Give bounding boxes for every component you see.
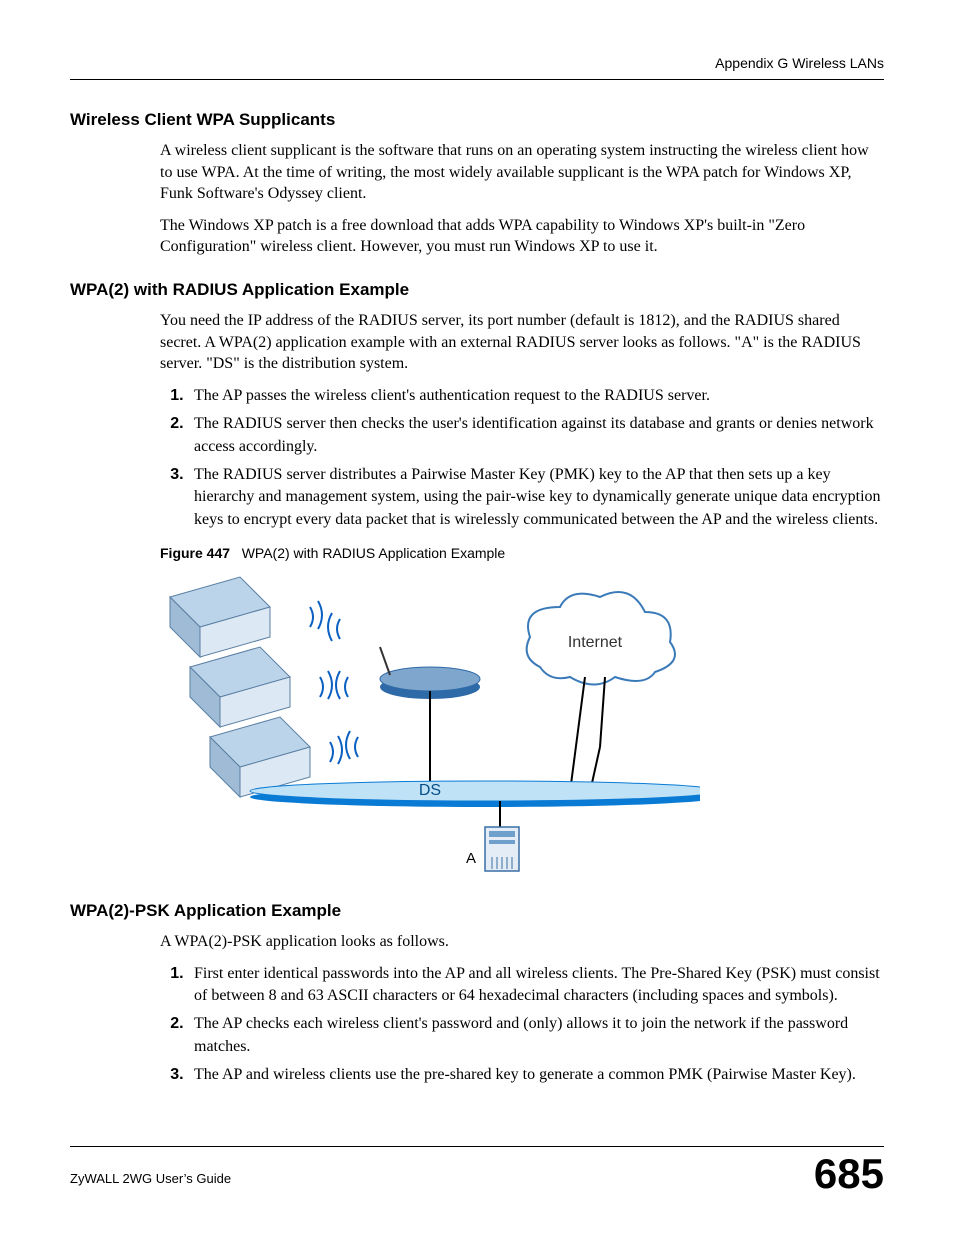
footer-guide-name: ZyWALL 2WG User’s Guide [70, 1171, 231, 1186]
page-footer: ZyWALL 2WG User’s Guide 685 [70, 1146, 884, 1195]
figure-title: WPA(2) with RADIUS Application Example [242, 545, 506, 561]
wifi-icon [310, 601, 340, 641]
wifi-icon [330, 731, 358, 764]
step-item: The RADIUS server then checks the user's… [188, 413, 884, 458]
label-a: A [466, 850, 476, 867]
diagram-wpa-radius: Internet DS [160, 567, 884, 877]
server-icon: A [466, 827, 519, 871]
footer-page-number: 685 [814, 1153, 884, 1195]
step-item: The AP and wireless clients use the pre-… [188, 1064, 884, 1086]
laptop-icon [190, 647, 290, 727]
body-paragraph: A wireless client supplicant is the soft… [160, 140, 884, 205]
figure-number: Figure 447 [160, 545, 230, 561]
body-paragraph: The Windows XP patch is a free download … [160, 215, 884, 258]
link-line [600, 677, 605, 747]
ds-bar-icon: DS [250, 781, 700, 807]
steps-list: First enter identical passwords into the… [160, 963, 884, 1087]
heading-wpa-radius: WPA(2) with RADIUS Application Example [70, 280, 884, 300]
wifi-icon [320, 671, 348, 699]
steps-list: The AP passes the wireless client's auth… [160, 385, 884, 531]
step-item: The AP passes the wireless client's auth… [188, 385, 884, 407]
heading-wpa-psk: WPA(2)-PSK Application Example [70, 901, 884, 921]
body-paragraph: You need the IP address of the RADIUS se… [160, 310, 884, 375]
body-paragraph: A WPA(2)-PSK application looks as follow… [160, 931, 884, 953]
step-item: The RADIUS server distributes a Pairwise… [188, 464, 884, 531]
page-header: Appendix G Wireless LANs [70, 55, 884, 80]
laptop-icon [170, 577, 270, 657]
figure-caption: Figure 447 WPA(2) with RADIUS Applicatio… [160, 545, 884, 561]
label-ds: DS [419, 782, 441, 799]
step-item: The AP checks each wireless client's pas… [188, 1013, 884, 1058]
link-line [570, 677, 585, 792]
label-internet: Internet [568, 634, 623, 651]
cloud-icon: Internet [527, 592, 675, 685]
heading-supplicants: Wireless Client WPA Supplicants [70, 110, 884, 130]
step-item: First enter identical passwords into the… [188, 963, 884, 1008]
